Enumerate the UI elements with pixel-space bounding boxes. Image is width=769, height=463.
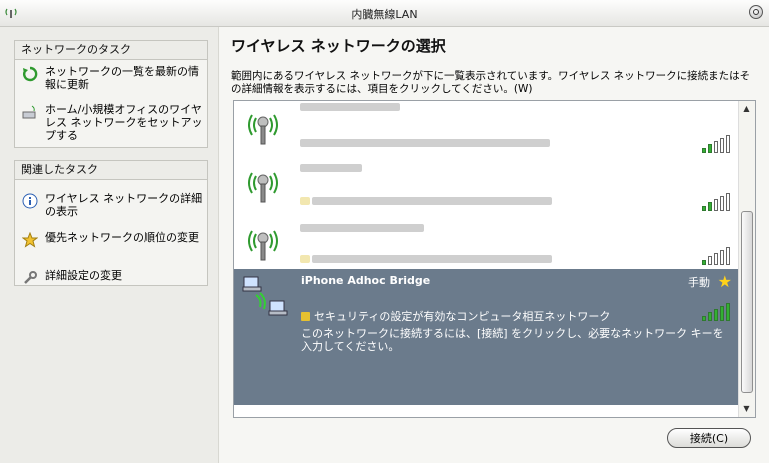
setup-wireless-network-link[interactable]: ホーム/小規模オフィスのワイヤレス ネットワークをセットアップする bbox=[15, 100, 207, 146]
network-security-redacted bbox=[312, 197, 552, 205]
network-name-redacted bbox=[300, 103, 400, 111]
refresh-network-list-label: ネットワークの一覧を最新の情報に更新 bbox=[45, 65, 199, 91]
main-pane: ワイヤレス ネットワークの選択 範囲内にあるワイヤレス ネットワークが下に一覧表… bbox=[219, 27, 769, 463]
wrench-icon bbox=[24, 271, 37, 284]
view-wireless-details-link[interactable]: ワイヤレス ネットワークの詳細の表示 bbox=[15, 189, 207, 222]
signal-strength-icon bbox=[702, 247, 732, 265]
view-wireless-details-label: ワイヤレス ネットワークの詳細の表示 bbox=[45, 192, 203, 218]
related-tasks-panel: 関連したタスク ワイヤレス ネットワークの詳細の表示 優先ネットワークの順位の変… bbox=[14, 160, 208, 286]
signal-strength-icon bbox=[702, 193, 732, 211]
network-tasks-panel: ネットワークのタスク ネットワークの一覧を最新の情報に更新 ホーム/小規模オフィ… bbox=[14, 40, 208, 148]
refresh-icon bbox=[22, 66, 38, 82]
vertical-scrollbar[interactable]: ▲ ▼ bbox=[738, 101, 755, 417]
preferred-star-icon: ★ bbox=[717, 272, 732, 291]
computer-to-computer-icon bbox=[242, 276, 288, 316]
change-preferred-order-label: 優先ネットワークの順位の変更 bbox=[45, 231, 199, 244]
scroll-thumb[interactable] bbox=[741, 211, 753, 393]
network-list[interactable]: iPhone Adhoc Bridge 手動 ★ セキュリティの設定が有効なコン… bbox=[233, 100, 756, 418]
page-title: ワイヤレス ネットワークの選択 bbox=[231, 37, 446, 55]
security-status-label: セキュリティの設定が有効なコンピュータ相互ネットワーク bbox=[314, 310, 611, 323]
network-name-redacted bbox=[300, 224, 424, 232]
change-advanced-settings-link[interactable]: 詳細設定の変更 bbox=[15, 266, 207, 286]
window-title: 内臓無線LAN bbox=[351, 8, 418, 21]
connect-button[interactable]: 接続(C) bbox=[667, 428, 751, 448]
scroll-down-button[interactable]: ▼ bbox=[740, 402, 753, 416]
network-item[interactable] bbox=[234, 217, 738, 270]
selected-network-name: iPhone Adhoc Bridge bbox=[301, 274, 431, 287]
network-item[interactable] bbox=[234, 101, 738, 160]
lock-icon bbox=[301, 312, 310, 321]
task-pane: ネットワークのタスク ネットワークの一覧を最新の情報に更新 ホーム/小規模オフィ… bbox=[0, 27, 219, 463]
title-bar: 内臓無線LAN bbox=[0, 0, 769, 27]
page-description: 範囲内にあるワイヤレス ネットワークが下に一覧表示されています。ワイヤレス ネッ… bbox=[231, 70, 751, 95]
connect-instructions: このネットワークに接続するには、[接続] をクリックし、必要なネットワーク キー… bbox=[301, 327, 724, 353]
selected-network-item[interactable]: iPhone Adhoc Bridge 手動 ★ セキュリティの設定が有効なコン… bbox=[234, 269, 738, 405]
network-name-redacted bbox=[300, 164, 362, 172]
network-tasks-header: ネットワークのタスク bbox=[15, 41, 207, 60]
connection-mode: 手動 bbox=[688, 276, 710, 289]
wireless-antenna-icon bbox=[248, 230, 278, 261]
network-security-redacted bbox=[312, 255, 552, 263]
change-advanced-settings-label: 詳細設定の変更 bbox=[45, 269, 122, 282]
star-icon bbox=[22, 232, 38, 248]
related-tasks-header: 関連したタスク bbox=[15, 161, 207, 180]
refresh-network-list-link[interactable]: ネットワークの一覧を最新の情報に更新 bbox=[15, 62, 207, 95]
signal-strength-icon bbox=[702, 135, 732, 153]
security-lock-redacted bbox=[300, 197, 310, 205]
network-item[interactable] bbox=[234, 159, 738, 218]
close-button[interactable] bbox=[749, 5, 763, 19]
info-icon bbox=[22, 193, 38, 209]
wireless-setup-icon bbox=[22, 105, 36, 119]
signal-strength-icon bbox=[702, 303, 732, 321]
wireless-antenna-icon bbox=[248, 114, 278, 145]
security-status: セキュリティの設定が有効なコンピュータ相互ネットワーク bbox=[301, 308, 610, 324]
network-security-redacted bbox=[300, 139, 550, 147]
wireless-antenna-icon bbox=[248, 172, 278, 203]
scroll-up-button[interactable]: ▲ bbox=[740, 102, 753, 116]
security-lock-redacted bbox=[300, 255, 310, 263]
change-preferred-order-link[interactable]: 優先ネットワークの順位の変更 bbox=[15, 228, 207, 248]
setup-wireless-network-label: ホーム/小規模オフィスのワイヤレス ネットワークをセットアップする bbox=[45, 103, 203, 142]
